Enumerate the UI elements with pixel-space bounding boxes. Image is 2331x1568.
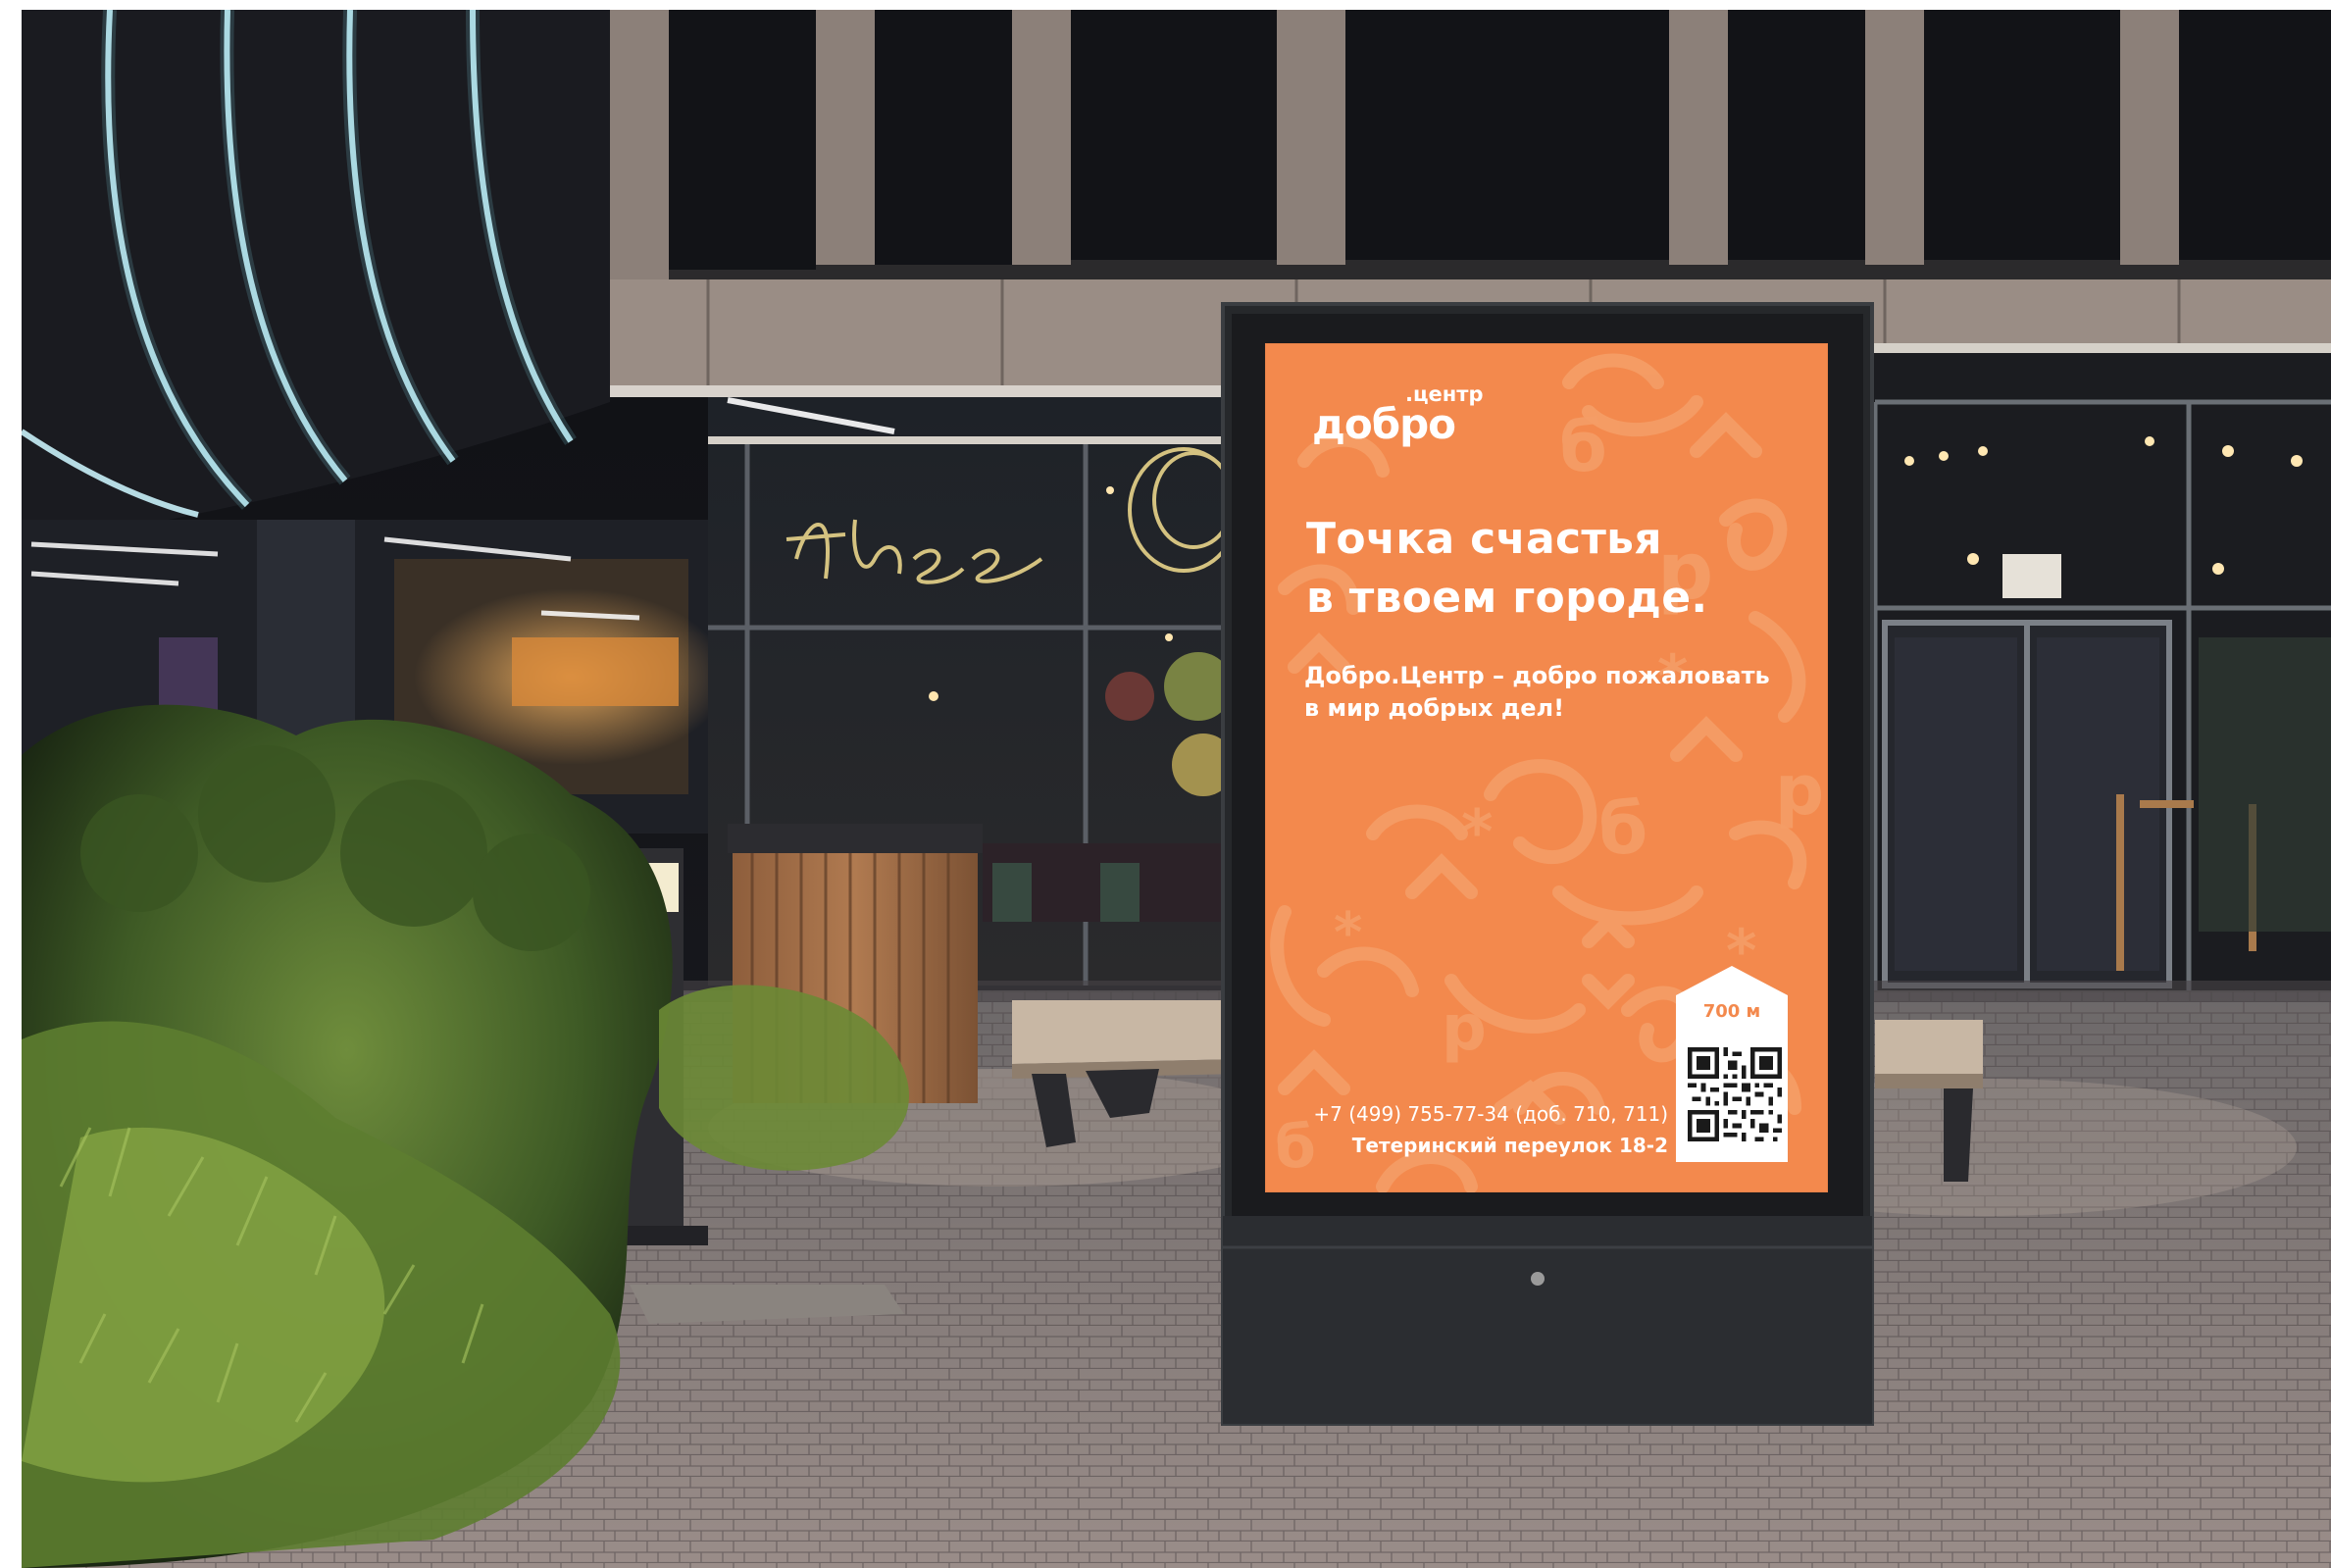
headline-line-1: Точка счастья: [1306, 514, 1662, 564]
logo-wordmark: добро: [1312, 400, 1456, 448]
svg-text:р: р: [1442, 992, 1487, 1065]
street-photo: б р * * б р * р * б .центр добро Точка с…: [22, 10, 2331, 1568]
distance-label: 700 м: [1702, 1001, 1761, 1022]
subline-line-1: Добро.Центр – добро пожаловать: [1304, 662, 1770, 689]
headline-line-2: в твоем городе.: [1306, 573, 1708, 623]
poster-headline: Точка счастья в твоем городе.: [1306, 510, 1816, 628]
address: Тетеринский переулок 18-2: [1351, 1134, 1668, 1157]
svg-text:*: *: [1461, 796, 1493, 868]
distance-badge: 700 м: [1676, 966, 1788, 1162]
poster: б р * * б р * р * б .центр добро Точка с…: [1265, 343, 1828, 1192]
dobro-logo: .центр добро: [1312, 380, 1508, 459]
contact-block: +7 (499) 755-77-34 (доб. 710, 711) Тетер…: [1310, 1098, 1668, 1161]
qr-code-icon: [1688, 1047, 1782, 1141]
background-scene: [22, 10, 2331, 1568]
subline-line-2: в мир добрых дел!: [1304, 694, 1565, 722]
svg-text:б: б: [1559, 407, 1607, 487]
svg-text:р: р: [1775, 750, 1824, 831]
svg-text:б: б: [1598, 787, 1647, 870]
phone-number: +7 (499) 755-77-34 (доб. 710, 711): [1313, 1102, 1668, 1126]
svg-text:*: *: [1334, 901, 1362, 965]
poster-subline: Добро.Центр – добро пожаловать в мир доб…: [1304, 660, 1814, 725]
